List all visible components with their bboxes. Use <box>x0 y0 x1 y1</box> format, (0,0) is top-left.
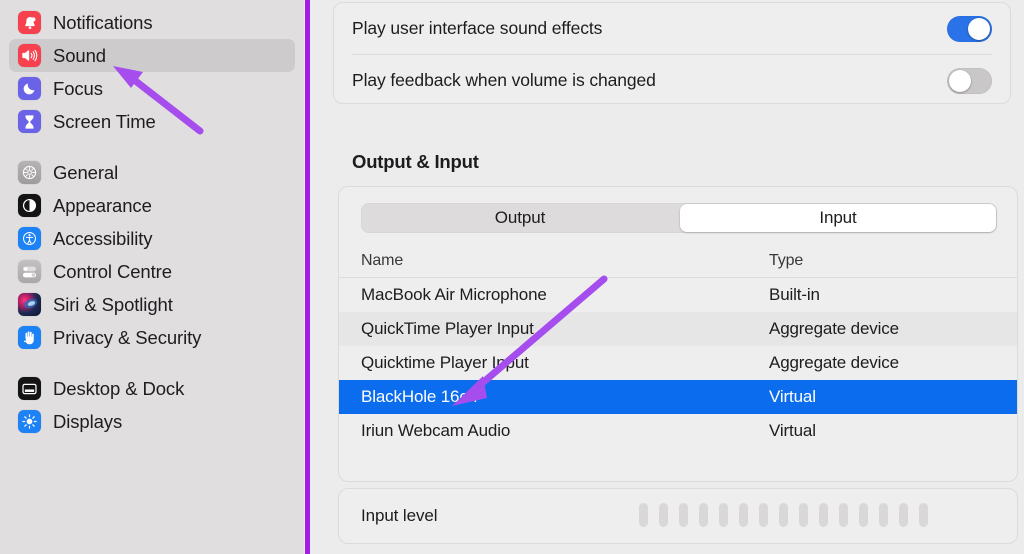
table-row-selected[interactable]: BlackHole 16ch Virtual <box>339 380 1017 414</box>
brightness-icon <box>18 410 41 433</box>
sidebar-item-desktop-dock[interactable]: Desktop & Dock <box>9 372 295 405</box>
output-input-heading: Output & Input <box>352 151 479 172</box>
device-name: BlackHole 16ch <box>361 387 478 406</box>
input-level-segment <box>699 503 708 527</box>
volume-feedback-label: Play feedback when volume is changed <box>352 70 656 90</box>
sidebar-item-label: Screen Time <box>53 110 156 132</box>
input-level-segment <box>879 503 888 527</box>
ui-sound-effects-label: Play user interface sound effects <box>352 18 603 38</box>
sidebar-item-label: Displays <box>53 410 123 432</box>
sidebar-item-sound[interactable]: Sound <box>9 39 295 72</box>
sidebar-item-label: Notifications <box>53 11 153 33</box>
sidebar-item-general[interactable]: General <box>9 156 295 189</box>
input-level-segment <box>719 503 728 527</box>
tab-input[interactable]: Input <box>680 204 996 232</box>
sidebar-item-label: Privacy & Security <box>53 326 202 348</box>
sidebar-group-1: Notifications Sound Focus Screen Time <box>0 6 304 138</box>
speaker-icon <box>18 44 41 67</box>
input-level-meter <box>639 503 928 527</box>
sidebar-group-3: Desktop & Dock Displays <box>0 372 304 438</box>
toggle-knob <box>949 69 971 92</box>
siri-orb-icon <box>18 293 41 316</box>
input-level-segment <box>859 503 868 527</box>
sidebar-item-label: Accessibility <box>53 227 153 249</box>
sidebar-item-screen-time[interactable]: Screen Time <box>9 105 295 138</box>
sound-effects-card: Play user interface sound effects Play f… <box>333 2 1011 104</box>
sidebar-item-label: General <box>53 161 119 183</box>
volume-feedback-toggle[interactable] <box>947 67 992 94</box>
hand-icon <box>18 326 41 349</box>
sidebar-divider-1 <box>0 138 304 156</box>
column-header-name: Name <box>361 252 404 269</box>
sidebar-item-siri-spotlight[interactable]: Siri & Spotlight <box>9 288 295 321</box>
input-level-segment <box>779 503 788 527</box>
settings-content-pane: Play user interface sound effects Play f… <box>310 0 1024 554</box>
table-row[interactable]: QuickTime Player Input Aggregate device <box>339 312 1017 346</box>
accessibility-person-icon <box>18 227 41 250</box>
input-level-segment <box>639 503 648 527</box>
input-level-segment <box>739 503 748 527</box>
bell-icon <box>18 11 41 34</box>
settings-sidebar: Notifications Sound Focus Screen Time Ge… <box>0 0 304 554</box>
device-name: Iriun Webcam Audio <box>361 421 511 440</box>
device-type: Aggregate device <box>769 319 899 338</box>
sidebar-divider-2 <box>0 354 304 372</box>
device-type: Built-in <box>769 285 820 304</box>
device-name: Quicktime Player Input <box>361 353 529 372</box>
sidebar-item-label: Control Centre <box>53 260 172 282</box>
sidebar-item-label: Appearance <box>53 194 152 216</box>
output-input-card: Output Input Name Type MacBook Air Micro… <box>338 186 1018 482</box>
contrast-circle-icon <box>18 194 41 217</box>
input-level-card: Input level <box>338 488 1018 544</box>
tab-output[interactable]: Output <box>362 204 678 232</box>
sidebar-item-label: Sound <box>53 44 106 66</box>
output-input-segmented-control[interactable]: Output Input <box>361 203 997 233</box>
device-table-header: Name Type <box>339 245 1017 278</box>
sliders-icon <box>18 260 41 283</box>
ui-sound-effects-toggle[interactable] <box>947 15 992 42</box>
device-name: QuickTime Player Input <box>361 319 534 338</box>
input-level-segment <box>759 503 768 527</box>
device-name: MacBook Air Microphone <box>361 285 547 304</box>
input-level-segment <box>679 503 688 527</box>
input-level-segment <box>819 503 828 527</box>
device-type: Aggregate device <box>769 353 899 372</box>
toggle-knob <box>968 17 990 40</box>
desktop-dock-icon <box>18 377 41 400</box>
input-level-segment <box>799 503 808 527</box>
sidebar-item-displays[interactable]: Displays <box>9 405 295 438</box>
input-level-segment <box>919 503 928 527</box>
system-settings-window: Notifications Sound Focus Screen Time Ge… <box>0 0 1024 554</box>
moon-icon <box>18 77 41 100</box>
table-row[interactable]: Quicktime Player Input Aggregate device <box>339 346 1017 380</box>
sidebar-item-notifications[interactable]: Notifications <box>9 6 295 39</box>
device-table: Name Type MacBook Air Microphone Built-i… <box>339 245 1017 448</box>
table-row[interactable]: Iriun Webcam Audio Virtual <box>339 414 1017 448</box>
sidebar-item-focus[interactable]: Focus <box>9 72 295 105</box>
sidebar-item-label: Focus <box>53 77 103 99</box>
sidebar-item-appearance[interactable]: Appearance <box>9 189 295 222</box>
gear-icon <box>18 161 41 184</box>
input-level-label: Input level <box>361 506 438 525</box>
column-header-type: Type <box>769 252 804 269</box>
sidebar-item-label: Siri & Spotlight <box>53 293 173 315</box>
input-level-segment <box>839 503 848 527</box>
device-type: Virtual <box>769 421 816 440</box>
row-volume-feedback[interactable]: Play feedback when volume is changed <box>352 54 992 106</box>
device-type: Virtual <box>769 387 816 406</box>
sidebar-item-accessibility[interactable]: Accessibility <box>9 222 295 255</box>
row-ui-sound-effects[interactable]: Play user interface sound effects <box>352 3 992 54</box>
sidebar-item-label: Desktop & Dock <box>53 377 185 399</box>
table-row[interactable]: MacBook Air Microphone Built-in <box>339 278 1017 312</box>
sidebar-group-2: General Appearance Accessibility Control… <box>0 156 304 354</box>
sidebar-item-privacy-security[interactable]: Privacy & Security <box>9 321 295 354</box>
input-level-segment <box>899 503 908 527</box>
sidebar-item-control-centre[interactable]: Control Centre <box>9 255 295 288</box>
input-level-segment <box>659 503 668 527</box>
hourglass-icon <box>18 110 41 133</box>
